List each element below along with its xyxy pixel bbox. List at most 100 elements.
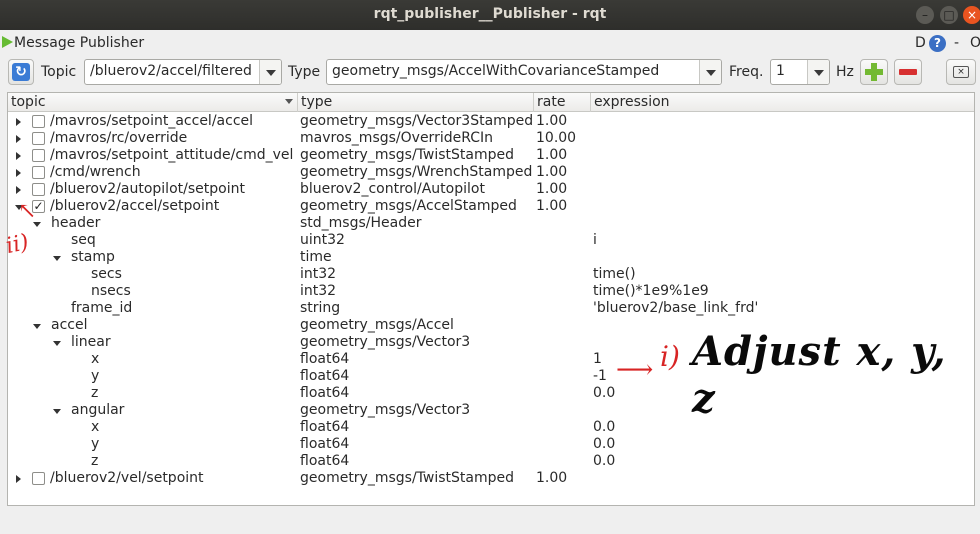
table-row[interactable]: /mavros/rc/override mavros_msgs/OverrideR…: [8, 130, 974, 147]
chevron-down-icon[interactable]: [52, 249, 62, 266]
cell-topic: accel: [51, 317, 88, 333]
table-row[interactable]: secs int32 time(): [8, 266, 974, 283]
cell-type: geometry_msgs/Vector3: [300, 402, 471, 418]
cell-topic: angular: [71, 402, 125, 418]
chevron-down-icon[interactable]: [32, 317, 42, 334]
minimize-plugin-button[interactable]: -: [954, 35, 959, 51]
freq-combo-value: 1: [776, 63, 785, 79]
cell-expression[interactable]: time(): [593, 266, 636, 283]
chevron-right-icon[interactable]: [14, 147, 24, 164]
cell-topic: nsecs: [91, 283, 131, 299]
chevron-right-icon[interactable]: [14, 164, 24, 181]
publish-checkbox[interactable]: [32, 149, 45, 162]
cell-topic: /mavros/setpoint_attitude/cmd_vel: [50, 147, 294, 163]
cell-type: float64: [300, 453, 350, 469]
table-row[interactable]: /cmd/wrench geometry_msgs/WrenchStamped 1.…: [8, 164, 974, 181]
publish-checkbox[interactable]: [32, 472, 45, 485]
chevron-right-icon[interactable]: [14, 181, 24, 198]
publisher-toolbar: ↻ Topic /bluerov2/accel/filtered Type ge…: [0, 56, 980, 88]
column-header-rate[interactable]: rate: [534, 93, 591, 112]
cell-type: geometry_msgs/TwistStamped: [300, 470, 515, 486]
annotation-note: Adjust x, y, z: [692, 328, 947, 422]
freq-combo[interactable]: 1: [770, 59, 830, 85]
chevron-down-icon[interactable]: [807, 60, 829, 84]
column-header-type[interactable]: type: [298, 93, 534, 112]
publish-checkbox[interactable]: [32, 115, 45, 128]
table-row[interactable]: /bluerov2/vel/setpoint geometry_msgs/Twis…: [8, 470, 974, 487]
close-plugin-button[interactable]: O: [970, 35, 980, 51]
annotation-label-one: i): [660, 340, 680, 373]
cell-rate: 1.00: [536, 198, 568, 214]
cell-type: float64: [300, 419, 350, 435]
table-row[interactable]: /mavros/setpoint_accel/accel geometry_msg…: [8, 113, 974, 130]
clear-publishers-button[interactable]: ×: [946, 59, 976, 85]
column-header-expression[interactable]: expression: [591, 93, 974, 112]
cell-rate: 1.00: [536, 147, 568, 163]
publish-checkbox[interactable]: [32, 183, 45, 196]
table-row[interactable]: z float64 0.0: [8, 453, 974, 470]
cell-topic: header: [51, 215, 101, 231]
cell-type: geometry_msgs/Accel: [300, 317, 454, 333]
cell-topic: frame_id: [71, 300, 133, 316]
maximize-icon[interactable]: □: [940, 6, 958, 24]
annotation-arrow-two: ↖: [18, 199, 37, 224]
cell-rate: 10.00: [536, 130, 577, 146]
publish-checkbox[interactable]: [32, 132, 45, 145]
table-row[interactable]: ✓/bluerov2/accel/setpoint geometry_msgs/A…: [8, 198, 974, 215]
column-header-label: expression: [594, 94, 670, 110]
cell-type: float64: [300, 351, 350, 367]
table-row[interactable]: y float64 0.0: [8, 436, 974, 453]
minus-icon: [899, 69, 917, 75]
plugin-title: Message Publisher: [14, 35, 145, 51]
table-row[interactable]: header std_msgs/Header: [8, 215, 974, 232]
cell-expression[interactable]: 0.0: [593, 453, 615, 470]
cell-expression[interactable]: time()*1e9%1e9: [593, 283, 709, 300]
cell-type: string: [300, 300, 341, 316]
column-header-label: topic: [11, 94, 46, 110]
publisher-tree[interactable]: topic type rate expression /mavros/setpo…: [7, 92, 975, 506]
minimize-icon[interactable]: –: [916, 6, 934, 24]
cell-expression[interactable]: 0.0: [593, 419, 615, 436]
cell-type: geometry_msgs/TwistStamped: [300, 147, 515, 163]
chevron-right-icon[interactable]: [14, 130, 24, 147]
table-row[interactable]: nsecs int32 time()*1e9%1e9: [8, 283, 974, 300]
table-row[interactable]: seq uint32 i: [8, 232, 974, 249]
cell-topic: x: [91, 351, 100, 367]
annotation-arrow-one: ⟶: [616, 355, 654, 385]
chevron-down-icon[interactable]: [699, 60, 721, 84]
close-icon[interactable]: ×: [963, 6, 980, 24]
annotation-label-two: ii): [3, 229, 32, 260]
cell-expression[interactable]: i: [593, 232, 597, 249]
table-row[interactable]: frame_id string 'bluerov2/base_link_frd': [8, 300, 974, 317]
cell-expression[interactable]: 0.0: [593, 436, 615, 453]
cell-type: float64: [300, 436, 350, 452]
cell-type: std_msgs/Header: [300, 215, 422, 231]
chevron-down-icon[interactable]: [259, 60, 281, 84]
refresh-icon: ↻: [12, 63, 30, 81]
chevron-right-icon[interactable]: [14, 113, 24, 130]
type-combo[interactable]: geometry_msgs/AccelWithCovarianceStamped: [326, 59, 722, 85]
cell-type: uint32: [300, 232, 345, 248]
chevron-right-icon[interactable]: [14, 470, 24, 487]
cell-expression[interactable]: 'bluerov2/base_link_frd': [593, 300, 758, 317]
cell-expression[interactable]: 0.0: [593, 385, 615, 402]
clear-icon: ×: [953, 66, 969, 78]
cell-topic: /bluerov2/accel/setpoint: [50, 198, 220, 214]
chevron-down-icon[interactable]: [52, 402, 62, 419]
cell-rate: 1.00: [536, 164, 568, 180]
column-header-topic[interactable]: topic: [8, 93, 298, 112]
cell-expression[interactable]: 1: [593, 351, 602, 368]
table-row[interactable]: /mavros/setpoint_attitude/cmd_vel geometr…: [8, 147, 974, 164]
help-icon[interactable]: ?: [929, 35, 946, 52]
refresh-button[interactable]: ↻: [8, 59, 34, 85]
cell-type: float64: [300, 385, 350, 401]
topic-combo[interactable]: /bluerov2/accel/filtered: [84, 59, 282, 85]
chevron-down-icon[interactable]: [52, 334, 62, 351]
cell-expression[interactable]: -1: [593, 368, 607, 385]
publish-checkbox[interactable]: [32, 166, 45, 179]
add-publisher-button[interactable]: [860, 59, 888, 85]
remove-publisher-button[interactable]: [894, 59, 922, 85]
dock-button[interactable]: D: [915, 35, 926, 51]
table-row[interactable]: /bluerov2/autopilot/setpoint bluerov2_con…: [8, 181, 974, 198]
table-row[interactable]: stamp time: [8, 249, 974, 266]
